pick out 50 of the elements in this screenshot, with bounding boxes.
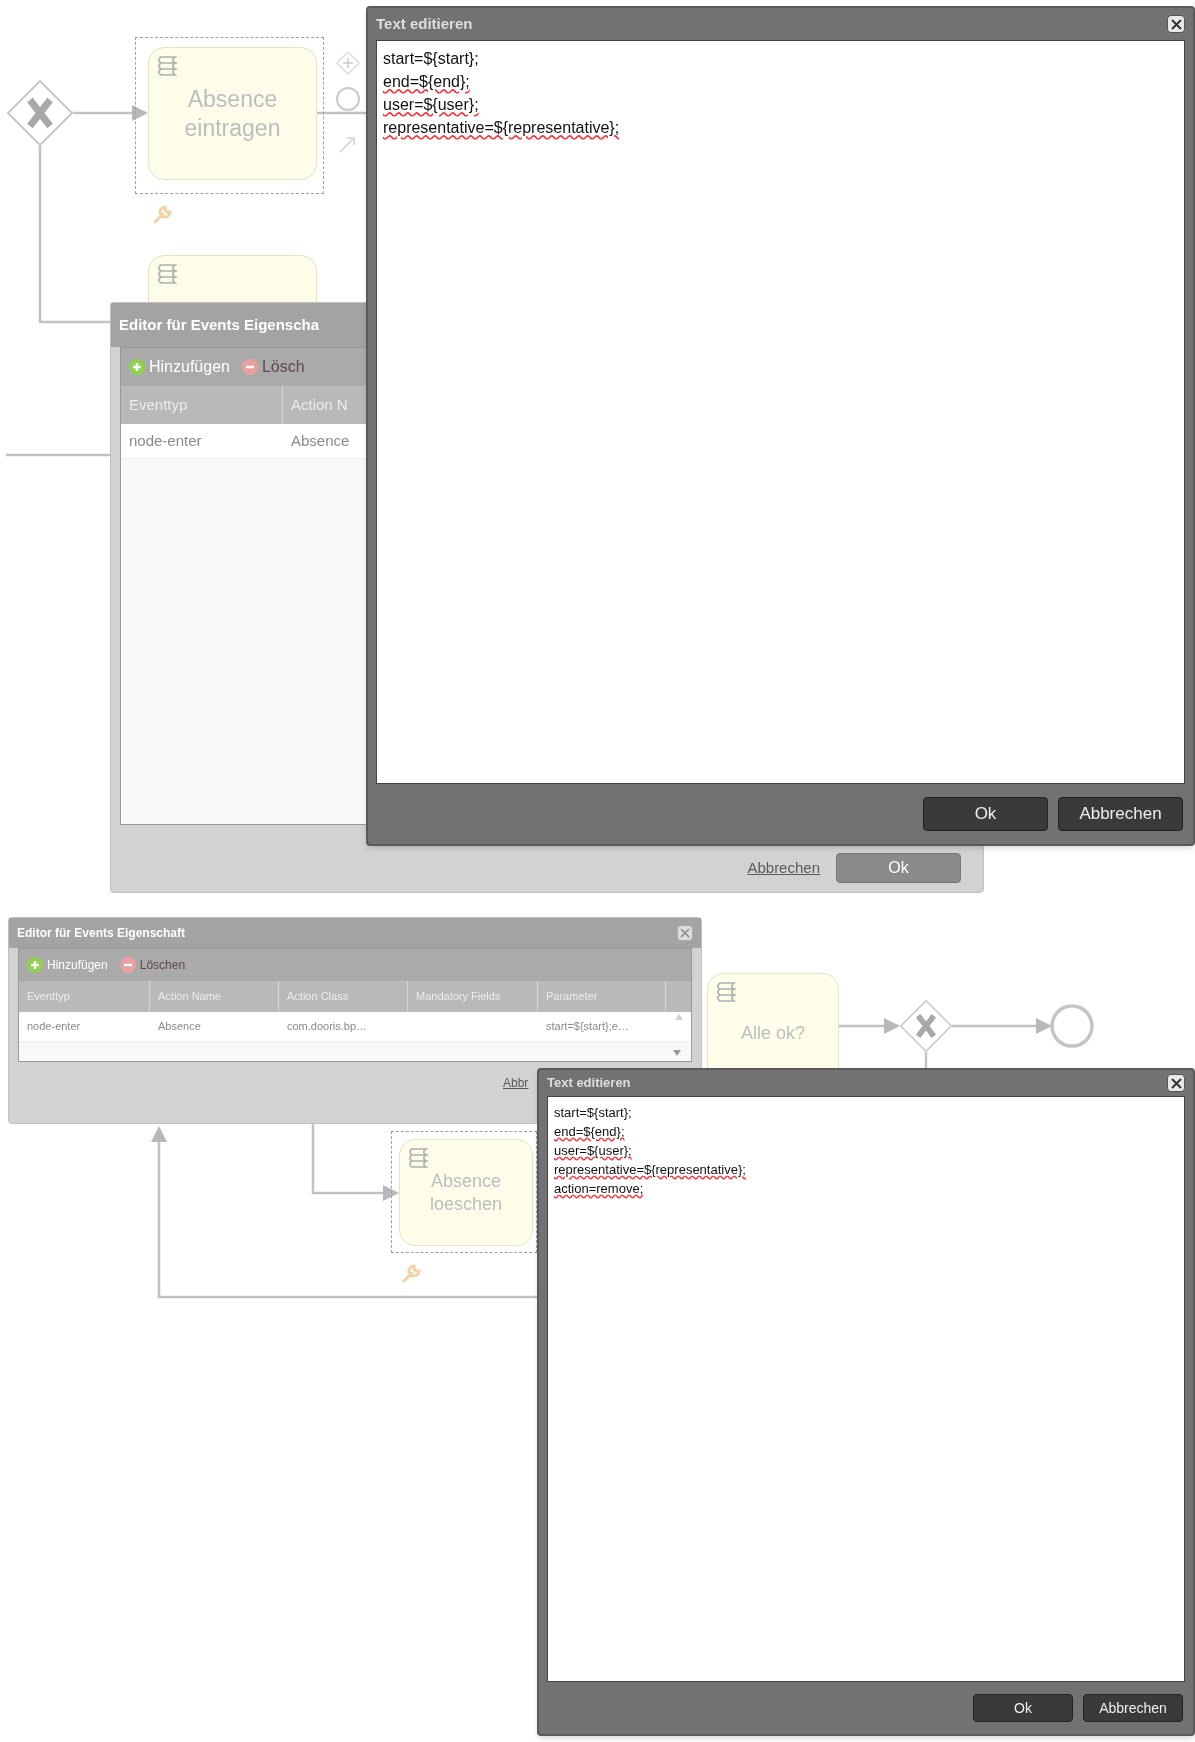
delete-icon [119,957,136,973]
cancel-button[interactable]: Abbrechen [1058,797,1183,831]
add-icon[interactable] [336,51,360,75]
close-icon [1170,18,1182,30]
close-button[interactable] [1167,1074,1185,1092]
ok-button[interactable]: Ok [973,1694,1073,1722]
delete-icon [241,359,258,375]
text-area[interactable]: start=${start}; end=${end}; user=${user}; representative=${representative}; [376,40,1185,784]
dialog-title: Editor für Events Eigenschaft [17,925,186,942]
table-cell-text: com.dooris.bp… [287,1019,368,1035]
table-cell-text: start=${start};e… [546,1019,629,1035]
wrench-icon[interactable] [401,1262,423,1284]
table-cell-text: node-enter [27,1019,81,1035]
cancel-link[interactable]: Abbr [503,1074,529,1092]
task-node[interactable]: Absence eintragen [148,47,317,180]
text-area[interactable]: start=${start}; end=${end}; user=${user}; representative=${representative}; action=remove; [547,1096,1185,1682]
circle-icon[interactable] [335,86,361,112]
wrench-icon[interactable] [152,203,174,225]
ok-button[interactable]: Ok [923,797,1048,831]
toolbar-button[interactable]: Hinzufügen [129,355,230,379]
task-label: Absence loeschen [428,1170,504,1215]
connector-arrow [839,1018,900,1034]
scroll-down-icon[interactable] [673,1050,681,1056]
task-node[interactable]: Absence loeschen [399,1139,533,1246]
cancel-button[interactable]: Abbrechen [1083,1694,1183,1722]
cancel-link[interactable]: Abbrechen [747,856,820,880]
add-icon [129,359,145,375]
dialog-title: Text editieren [376,13,473,34]
toolbar-button[interactable]: Hinzufügen [27,956,108,974]
task-label: Absence eintragen [183,84,282,143]
connector-line [317,111,366,115]
dialog-title: Editor für Events Eigenscha [119,314,320,335]
table-cell-text: Absence [158,1019,201,1035]
dialog-title: Text editieren [547,1074,631,1093]
script-icon [157,262,179,286]
gateway-icon[interactable] [7,80,73,146]
script-icon [408,1146,430,1170]
close-button[interactable] [1167,15,1185,33]
scroll-up-icon[interactable] [674,1014,683,1020]
script-icon [157,54,179,78]
table-cell-text: node-enter [129,430,202,451]
task-label: Alle ok? [739,1021,806,1045]
table-cell-text: Absence [291,430,350,451]
add-icon [27,957,43,973]
ok-button[interactable]: Ok [836,853,961,883]
gateway-icon[interactable] [900,1000,952,1052]
script-icon [716,980,738,1004]
close-icon [680,928,690,938]
end-event-icon[interactable] [1050,1004,1094,1048]
close-icon [1170,1077,1182,1089]
